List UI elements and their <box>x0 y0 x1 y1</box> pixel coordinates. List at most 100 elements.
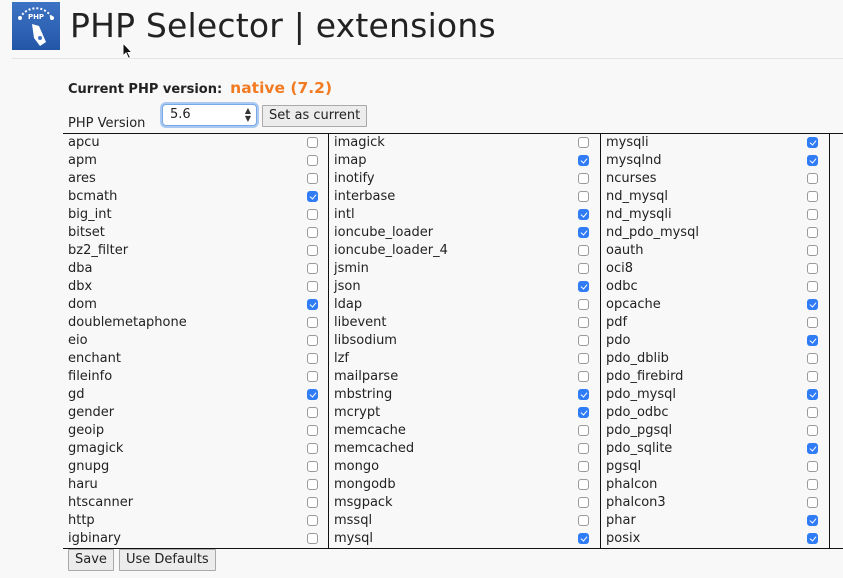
extension-checkbox[interactable] <box>307 497 318 508</box>
extension-checkbox[interactable] <box>578 407 589 418</box>
extension-row: intl <box>329 206 600 224</box>
extension-row: mysql <box>329 530 600 548</box>
extension-checkbox[interactable] <box>307 227 318 238</box>
extension-checkbox[interactable] <box>307 371 318 382</box>
extension-row: nd_mysql <box>601 188 829 206</box>
extension-checkbox[interactable] <box>307 425 318 436</box>
extension-checkbox[interactable] <box>307 299 318 310</box>
extension-checkbox[interactable] <box>578 155 589 166</box>
extension-row: mongodb <box>329 476 600 494</box>
extension-checkbox[interactable] <box>807 281 818 292</box>
extension-checkbox[interactable] <box>807 227 818 238</box>
extension-checkbox[interactable] <box>578 209 589 220</box>
extension-checkbox[interactable] <box>578 137 589 148</box>
extension-checkbox[interactable] <box>578 425 589 436</box>
extension-checkbox[interactable] <box>578 245 589 256</box>
extension-row: json <box>329 278 600 296</box>
extension-name: mcrypt <box>334 405 381 420</box>
extension-checkbox[interactable] <box>578 173 589 184</box>
extension-checkbox[interactable] <box>307 533 318 544</box>
extension-checkbox[interactable] <box>578 263 589 274</box>
set-as-current-button[interactable]: Set as current <box>262 105 368 127</box>
extension-checkbox[interactable] <box>578 371 589 382</box>
extension-checkbox[interactable] <box>307 155 318 166</box>
extension-checkbox[interactable] <box>307 335 318 346</box>
extension-checkbox[interactable] <box>807 479 818 490</box>
extension-checkbox[interactable] <box>807 389 818 400</box>
extension-checkbox[interactable] <box>807 173 818 184</box>
save-button[interactable]: Save <box>68 549 114 571</box>
extension-name: apcu <box>68 135 100 150</box>
extension-checkbox[interactable] <box>307 209 318 220</box>
extension-checkbox[interactable] <box>807 461 818 472</box>
extension-checkbox[interactable] <box>807 245 818 256</box>
extension-checkbox[interactable] <box>307 173 318 184</box>
extension-row: ioncube_loader <box>329 224 600 242</box>
extension-checkbox[interactable] <box>807 371 818 382</box>
extension-checkbox[interactable] <box>307 317 318 328</box>
extension-checkbox[interactable] <box>807 353 818 364</box>
extension-checkbox[interactable] <box>807 191 818 202</box>
extension-name: geoip <box>68 423 105 438</box>
extension-checkbox[interactable] <box>578 515 589 526</box>
extension-checkbox[interactable] <box>307 443 318 454</box>
extension-row: mbstring <box>329 386 600 404</box>
extension-checkbox[interactable] <box>807 497 818 508</box>
extension-checkbox[interactable] <box>807 299 818 310</box>
extension-name: dba <box>68 261 93 276</box>
extension-checkbox[interactable] <box>578 335 589 346</box>
extension-checkbox[interactable] <box>307 353 318 364</box>
extension-checkbox[interactable] <box>578 497 589 508</box>
extension-name: msgpack <box>334 495 393 510</box>
extension-checkbox[interactable] <box>578 191 589 202</box>
extension-checkbox[interactable] <box>578 533 589 544</box>
extension-checkbox[interactable] <box>807 533 818 544</box>
extension-checkbox[interactable] <box>807 335 818 346</box>
extensions-column-1: apcu apm ares bcmath big_int bitset bz2_filter… <box>63 134 329 548</box>
extension-checkbox[interactable] <box>578 479 589 490</box>
extension-row: dba <box>63 260 328 278</box>
extension-name: pgsql <box>606 459 642 474</box>
extension-checkbox[interactable] <box>578 443 589 454</box>
extension-checkbox[interactable] <box>807 425 818 436</box>
extension-checkbox[interactable] <box>307 245 318 256</box>
extension-name: pdo_pgsql <box>606 423 673 438</box>
extension-name: pdo <box>606 333 631 348</box>
extension-checkbox[interactable] <box>578 281 589 292</box>
extension-checkbox[interactable] <box>307 407 318 418</box>
extension-checkbox[interactable] <box>807 155 818 166</box>
extension-checkbox[interactable] <box>807 515 818 526</box>
extension-checkbox[interactable] <box>307 515 318 526</box>
use-defaults-button[interactable]: Use Defaults <box>119 549 216 571</box>
extension-checkbox[interactable] <box>807 443 818 454</box>
extension-name: ioncube_loader_4 <box>334 243 448 258</box>
php-version-select[interactable]: 5.6 ▲ ▼ <box>162 104 257 126</box>
extension-row: bitset <box>63 224 328 242</box>
extension-name: pdo_mysql <box>606 387 676 402</box>
extension-checkbox[interactable] <box>307 461 318 472</box>
extension-checkbox[interactable] <box>307 263 318 274</box>
extension-checkbox[interactable] <box>578 461 589 472</box>
extension-checkbox[interactable] <box>578 389 589 400</box>
extension-checkbox[interactable] <box>578 317 589 328</box>
php-version-selected: 5.6 <box>170 107 191 122</box>
extension-row: dom <box>63 296 328 314</box>
extension-checkbox[interactable] <box>307 191 318 202</box>
extension-name: posix <box>606 531 641 546</box>
extension-row: dbx <box>63 278 328 296</box>
extension-checkbox[interactable] <box>307 479 318 490</box>
extension-checkbox[interactable] <box>578 227 589 238</box>
extension-checkbox[interactable] <box>807 317 818 328</box>
extension-checkbox[interactable] <box>307 389 318 400</box>
extension-checkbox[interactable] <box>307 137 318 148</box>
extension-row: eio <box>63 332 328 350</box>
extension-checkbox[interactable] <box>807 263 818 274</box>
extension-checkbox[interactable] <box>807 407 818 418</box>
extension-row: pdo <box>601 332 829 350</box>
extension-name: big_int <box>68 207 112 222</box>
extension-checkbox[interactable] <box>307 281 318 292</box>
extension-checkbox[interactable] <box>807 137 818 148</box>
extension-checkbox[interactable] <box>807 209 818 220</box>
extension-checkbox[interactable] <box>578 353 589 364</box>
extension-checkbox[interactable] <box>578 299 589 310</box>
